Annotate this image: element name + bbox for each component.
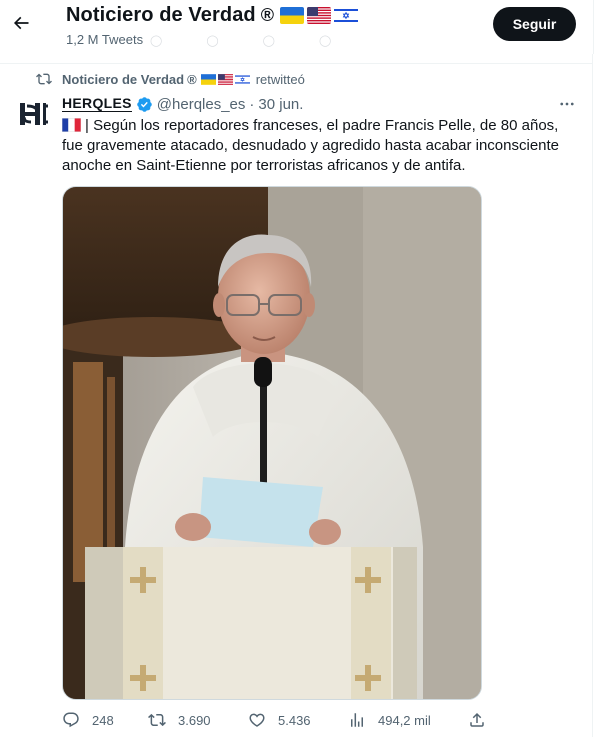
retweet-icon <box>36 70 54 88</box>
ukraine-flag-icon <box>200 73 216 85</box>
tweet-text: | Según los reportadores franceses, el p… <box>62 116 582 176</box>
share-button[interactable] <box>468 708 498 732</box>
author-handle[interactable]: @herqles_es <box>157 96 246 113</box>
israel-flag-icon <box>334 7 359 24</box>
page-title: Noticiero de Verdad ® <box>66 4 359 27</box>
priest-photo-illustration <box>63 187 481 699</box>
retweet-action-label: retwitteó <box>255 71 305 87</box>
author-name[interactable]: HERQLES <box>62 96 132 112</box>
author-avatar[interactable] <box>14 94 54 134</box>
column-border <box>592 54 593 737</box>
verified-badge-icon <box>136 96 153 113</box>
follow-button[interactable]: Seguir <box>493 7 576 41</box>
tweet-line-1: | Según los reportadores franceses, el p… <box>62 116 582 136</box>
page-title-text: Noticiero de Verdad <box>66 4 256 26</box>
retweeter-name: Noticiero de Verdad <box>62 71 185 87</box>
tweet-line-3: anoche en Saint-Etienne por terroristas … <box>62 157 466 174</box>
tweet-author-row: HERQLES @herqles_es · 30 jun. <box>62 94 303 114</box>
retweet-button[interactable]: 3.690 <box>148 708 211 732</box>
back-button[interactable] <box>6 8 36 38</box>
tweet-date[interactable]: 30 jun. <box>258 96 303 113</box>
header-divider <box>0 63 593 64</box>
view-count: 494,2 mil <box>378 712 431 728</box>
reply-count: 248 <box>92 712 114 728</box>
like-button[interactable]: 5.436 <box>248 708 311 732</box>
tweet-line-1-text: | Según los reportadores franceses, el p… <box>85 117 559 134</box>
reply-icon <box>63 712 79 728</box>
arrow-left-icon <box>13 16 29 30</box>
views-button[interactable]: 494,2 mil <box>348 708 431 732</box>
registered-mark: ® <box>260 5 275 25</box>
profile-header: Noticiero de Verdad ® 1,2 M Tweets ◯ ◯ ◯… <box>0 0 594 54</box>
retweeter-registered-mark: ® <box>187 71 197 87</box>
views-chart-icon <box>351 713 363 727</box>
retweeter-flags <box>200 73 250 85</box>
more-options-button[interactable] <box>555 94 579 114</box>
ukraine-flag-icon <box>280 7 305 24</box>
separator-dot: · <box>249 95 255 113</box>
herqles-logo-icon <box>20 103 48 125</box>
retweet-count: 3.690 <box>178 712 211 728</box>
retweet-icon <box>148 713 166 727</box>
more-icon <box>560 102 574 106</box>
tweet-line-2: fue gravemente atacado, desnudado y agre… <box>62 137 560 154</box>
france-flag-icon <box>62 118 81 132</box>
usa-flag-icon <box>217 73 233 85</box>
tweet-action-bar: 248 3.690 5.436 494,2 mil <box>62 708 492 732</box>
flag-group <box>280 7 359 24</box>
reply-button[interactable]: 248 <box>62 708 114 732</box>
share-icon <box>470 712 484 727</box>
heart-icon <box>249 713 265 727</box>
retweet-indicator[interactable]: Noticiero de Verdad ® retwitteó <box>36 70 305 88</box>
tweet-count: 1,2 M Tweets <box>66 32 144 47</box>
israel-flag-icon <box>234 73 250 85</box>
ghost-stats: ◯ ◯ ◯ ◯ <box>150 35 332 47</box>
tweet-photo[interactable] <box>62 186 482 700</box>
like-count: 5.436 <box>278 712 311 728</box>
usa-flag-icon <box>307 7 332 24</box>
